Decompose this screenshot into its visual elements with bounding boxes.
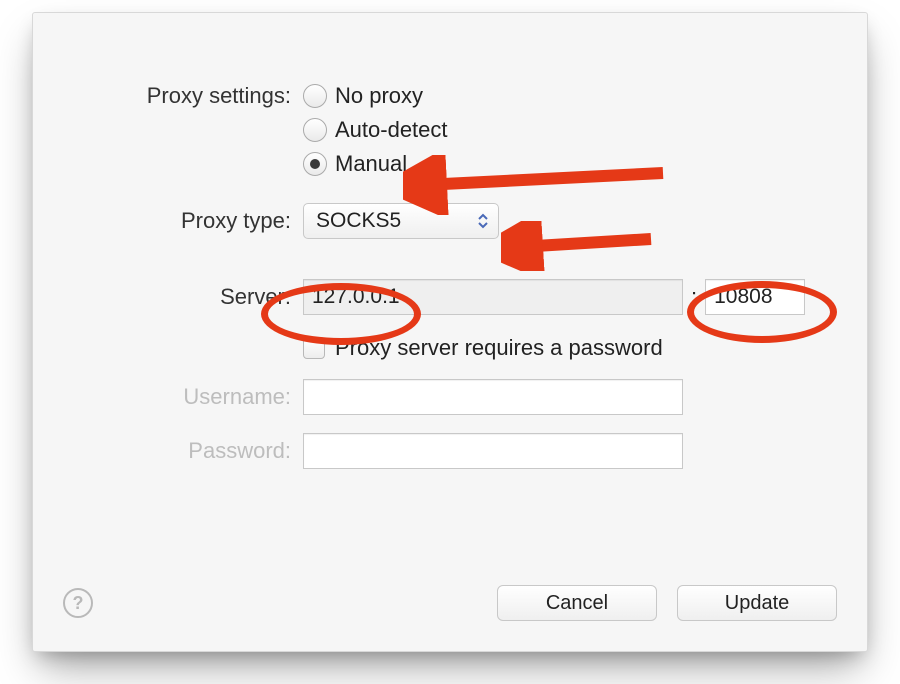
password-required-checkbox-row[interactable]: Proxy server requires a password <box>303 335 837 361</box>
radio-icon <box>303 118 327 142</box>
radio-option-auto-detect[interactable]: Auto-detect <box>303 117 448 143</box>
help-icon[interactable]: ? <box>63 588 93 618</box>
radio-label-manual: Manual <box>335 151 407 177</box>
username-input[interactable] <box>303 379 683 415</box>
proxy-type-value: SOCKS5 <box>316 209 401 233</box>
chevron-up-down-icon <box>476 212 490 230</box>
radio-option-manual[interactable]: Manual <box>303 151 448 177</box>
password-required-label: Proxy server requires a password <box>335 335 663 361</box>
username-label: Username: <box>63 384 303 410</box>
proxy-settings-label: Proxy settings: <box>63 83 303 109</box>
radio-icon <box>303 152 327 176</box>
server-port-input[interactable] <box>705 279 805 315</box>
update-button[interactable]: Update <box>677 585 837 621</box>
radio-icon <box>303 84 327 108</box>
checkbox-icon <box>303 337 325 359</box>
radio-option-no-proxy[interactable]: No proxy <box>303 83 448 109</box>
proxy-settings-radio-group: No proxy Auto-detect Manual <box>303 83 448 177</box>
proxy-type-select[interactable]: SOCKS5 <box>303 203 499 239</box>
server-port-separator: : <box>691 284 697 310</box>
proxy-type-label: Proxy type: <box>63 208 303 234</box>
dialog-footer: ? Cancel Update <box>63 585 837 621</box>
server-label: Server: <box>63 284 303 310</box>
password-label: Password: <box>63 438 303 464</box>
proxy-dialog: Proxy settings: No proxy Auto-detect Man… <box>32 12 868 652</box>
cancel-button[interactable]: Cancel <box>497 585 657 621</box>
server-host-input[interactable] <box>303 279 683 315</box>
password-input[interactable] <box>303 433 683 469</box>
radio-label-no-proxy: No proxy <box>335 83 423 109</box>
radio-label-auto-detect: Auto-detect <box>335 117 448 143</box>
